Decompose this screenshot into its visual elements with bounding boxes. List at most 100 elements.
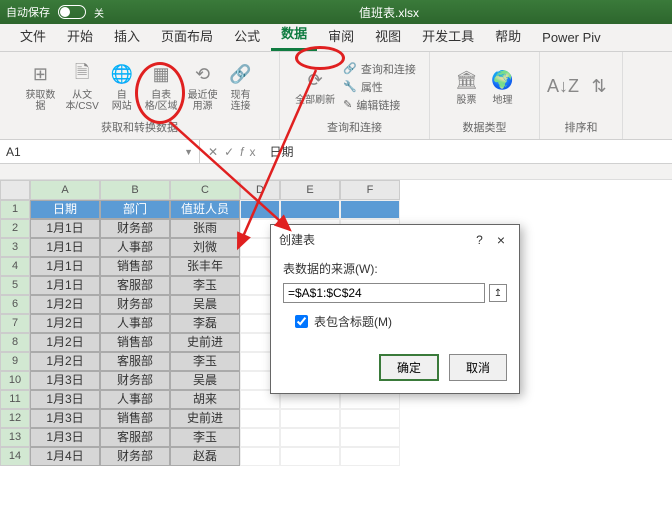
tab-帮助[interactable]: 帮助 <box>485 20 531 51</box>
row-header[interactable]: 13 <box>0 428 30 447</box>
ribbon-btn[interactable]: 🔗现有连接 <box>226 60 256 114</box>
col-header[interactable]: E <box>280 180 340 200</box>
cell[interactable]: 史前进 <box>170 333 240 352</box>
cell[interactable]: 史前进 <box>170 409 240 428</box>
cell[interactable]: 1月3日 <box>30 428 100 447</box>
col-header[interactable]: A <box>30 180 100 200</box>
row-header[interactable]: 4 <box>0 257 30 276</box>
ribbon-btn[interactable]: ⊞获取数据 <box>23 60 57 114</box>
row-header[interactable]: 10 <box>0 371 30 390</box>
cell[interactable]: 人事部 <box>100 390 170 409</box>
ribbon-btn[interactable]: 🗎从文本/CSV <box>63 60 100 114</box>
refresh-all-button[interactable]: ⟳全部刷新 <box>293 65 337 108</box>
cell[interactable]: 1月1日 <box>30 257 100 276</box>
tab-视图[interactable]: 视图 <box>365 20 411 51</box>
cell[interactable] <box>240 447 280 466</box>
ribbon-btn[interactable]: 🌐自网站 <box>107 60 137 114</box>
cell[interactable]: 财务部 <box>100 295 170 314</box>
autosave-toggle[interactable] <box>58 5 86 19</box>
cell[interactable] <box>280 428 340 447</box>
cell[interactable] <box>340 200 400 219</box>
cell[interactable] <box>240 428 280 447</box>
cell[interactable]: 值班人员 <box>170 200 240 219</box>
row-header[interactable]: 12 <box>0 409 30 428</box>
cell[interactable]: 销售部 <box>100 257 170 276</box>
ribbon-btn[interactable]: ▦自表格/区域 <box>143 60 180 114</box>
cell[interactable]: 1月4日 <box>30 447 100 466</box>
cell[interactable]: 李玉 <box>170 276 240 295</box>
row-header[interactable]: 5 <box>0 276 30 295</box>
cell[interactable]: 1月2日 <box>30 352 100 371</box>
sort-button[interactable]: ⇅ <box>584 72 614 102</box>
ok-button[interactable]: 确定 <box>379 354 439 381</box>
name-box[interactable]: A1▼ <box>0 140 200 163</box>
cell[interactable]: 客服部 <box>100 428 170 447</box>
cell[interactable]: 吴晨 <box>170 295 240 314</box>
cell[interactable]: 1月3日 <box>30 390 100 409</box>
cell[interactable]: 1月1日 <box>30 238 100 257</box>
cell[interactable]: 销售部 <box>100 409 170 428</box>
cell[interactable] <box>240 200 280 219</box>
cell[interactable]: 客服部 <box>100 276 170 295</box>
cell[interactable]: 李玉 <box>170 352 240 371</box>
cell[interactable]: 1月2日 <box>30 314 100 333</box>
cell[interactable]: 财务部 <box>100 371 170 390</box>
cell[interactable] <box>340 409 400 428</box>
sort-asc-button[interactable]: A↓Z <box>548 72 578 102</box>
tab-Power Piv[interactable]: Power Piv <box>532 24 611 51</box>
cell[interactable]: 销售部 <box>100 333 170 352</box>
ribbon-btn[interactable]: ⟲最近使用源 <box>186 60 220 114</box>
cell[interactable]: 人事部 <box>100 238 170 257</box>
tab-数据[interactable]: 数据 <box>271 17 317 51</box>
tab-公式[interactable]: 公式 <box>224 20 270 51</box>
tab-审阅[interactable]: 审阅 <box>318 20 364 51</box>
select-all-corner[interactable] <box>0 180 30 200</box>
tab-页面布局[interactable]: 页面布局 <box>151 20 223 51</box>
tab-文件[interactable]: 文件 <box>10 20 56 51</box>
row-header[interactable]: 2 <box>0 219 30 238</box>
cell[interactable] <box>340 428 400 447</box>
ribbon-item[interactable]: ✎ 编辑链接 <box>343 96 416 114</box>
cell[interactable]: 人事部 <box>100 314 170 333</box>
has-headers-input[interactable] <box>295 315 308 328</box>
cell[interactable]: 吴晨 <box>170 371 240 390</box>
cell[interactable] <box>280 200 340 219</box>
cell[interactable]: 1月1日 <box>30 276 100 295</box>
cell[interactable]: 客服部 <box>100 352 170 371</box>
help-button[interactable]: ? <box>468 233 491 247</box>
ribbon-item[interactable]: 🔗 查询和连接 <box>343 60 416 78</box>
col-header[interactable]: F <box>340 180 400 200</box>
cancel-button[interactable]: 取消 <box>449 354 507 381</box>
row-header[interactable]: 9 <box>0 352 30 371</box>
ribbon-item[interactable]: 🔧 属性 <box>343 78 416 96</box>
row-header[interactable]: 1 <box>0 200 30 219</box>
range-input[interactable] <box>283 283 485 303</box>
cell[interactable]: 张雨 <box>170 219 240 238</box>
range-selector-button[interactable]: ↥ <box>489 284 507 302</box>
cell[interactable]: 1月3日 <box>30 371 100 390</box>
cell[interactable] <box>240 409 280 428</box>
row-header[interactable]: 6 <box>0 295 30 314</box>
cell[interactable]: 1月3日 <box>30 409 100 428</box>
cell[interactable] <box>340 447 400 466</box>
tab-插入[interactable]: 插入 <box>104 20 150 51</box>
close-button[interactable]: × <box>491 232 511 248</box>
ribbon-btn[interactable]: 🌍地理 <box>488 65 518 108</box>
row-header[interactable]: 3 <box>0 238 30 257</box>
formula-bar[interactable]: 日期 <box>263 143 672 160</box>
cell[interactable]: 日期 <box>30 200 100 219</box>
col-header[interactable]: B <box>100 180 170 200</box>
cell[interactable]: 李磊 <box>170 314 240 333</box>
cell[interactable]: 胡来 <box>170 390 240 409</box>
cell[interactable]: 财务部 <box>100 447 170 466</box>
row-header[interactable]: 11 <box>0 390 30 409</box>
cell[interactable]: 1月1日 <box>30 219 100 238</box>
cell[interactable] <box>280 447 340 466</box>
tab-开始[interactable]: 开始 <box>57 20 103 51</box>
row-header[interactable]: 8 <box>0 333 30 352</box>
row-header[interactable]: 14 <box>0 447 30 466</box>
col-header[interactable]: C <box>170 180 240 200</box>
cell[interactable]: 1月2日 <box>30 295 100 314</box>
col-header[interactable]: D <box>240 180 280 200</box>
cell[interactable]: 赵磊 <box>170 447 240 466</box>
